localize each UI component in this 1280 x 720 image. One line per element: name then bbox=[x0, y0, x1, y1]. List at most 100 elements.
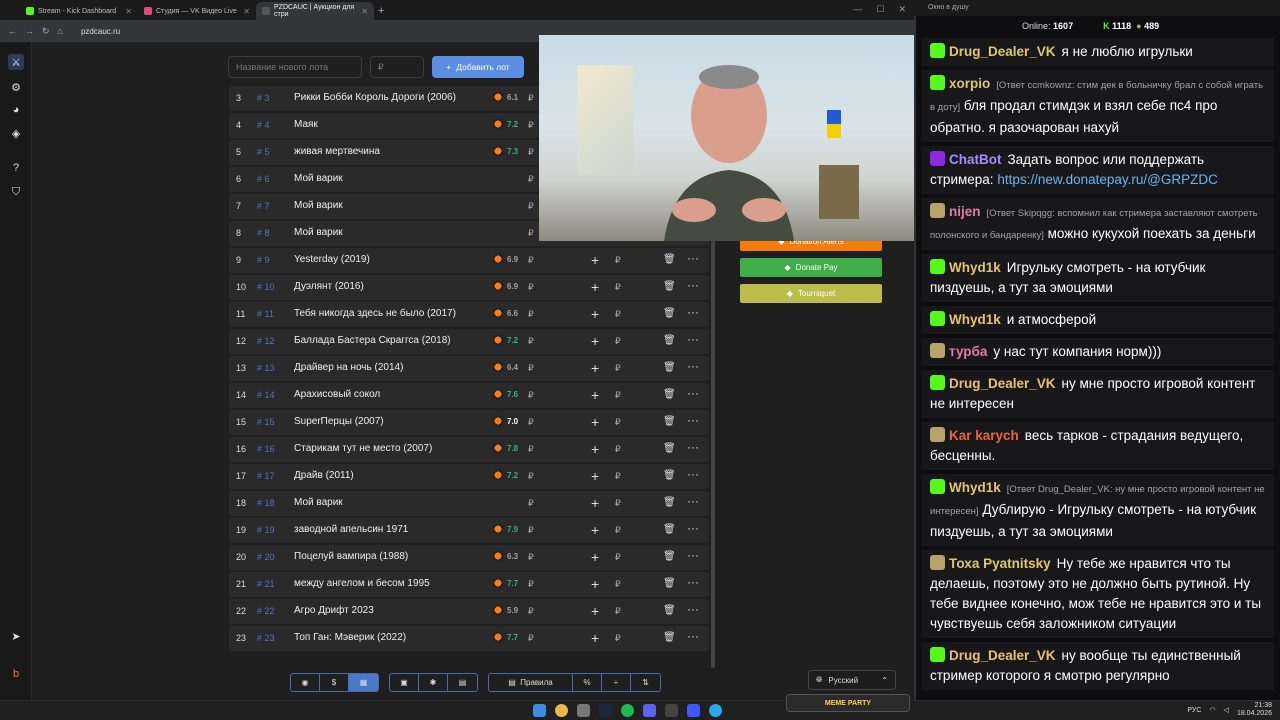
lot-amount[interactable]: ₽ bbox=[528, 120, 534, 131]
donation-button-tourniquet[interactable]: ◆ Tourniquet bbox=[740, 284, 882, 303]
settings-icon[interactable]: ⚙ bbox=[8, 79, 24, 95]
add-amount-input[interactable]: ₽ bbox=[615, 417, 621, 428]
lot-name[interactable]: Мой варик bbox=[294, 200, 343, 211]
more-icon[interactable]: ··· bbox=[687, 305, 699, 319]
chat-username[interactable]: Drug_Dealer_VK bbox=[949, 44, 1056, 59]
plus-icon[interactable]: + bbox=[591, 603, 599, 619]
more-icon[interactable]: ··· bbox=[687, 440, 699, 454]
more-icon[interactable]: ··· bbox=[687, 278, 699, 292]
lot-amount[interactable]: ₽ bbox=[528, 498, 534, 509]
chat-username[interactable]: Whyd1k bbox=[949, 312, 1001, 327]
lot-name[interactable]: SuperПерцы (2007) bbox=[294, 416, 384, 427]
chat-username[interactable]: Whyd1k bbox=[949, 260, 1001, 275]
table-row[interactable]: 10 # 10 Дуэлянт (2016) 6.9 ₽ + ₽ 🗑︎ ··· bbox=[229, 275, 709, 300]
close-icon[interactable]: ✕ bbox=[243, 7, 250, 16]
more-icon[interactable]: ··· bbox=[687, 629, 699, 643]
layers-icon[interactable]: ◈ bbox=[8, 125, 24, 141]
close-icon[interactable]: ✕ bbox=[125, 7, 132, 16]
auction-nav-icon[interactable]: ⚔ bbox=[8, 54, 24, 70]
table-row[interactable]: 17 # 17 Драйв (2011) 7.2 ₽ + ₽ 🗑︎ ··· bbox=[229, 464, 709, 489]
add-amount-input[interactable]: ₽ bbox=[615, 633, 621, 644]
lot-name-input[interactable]: Название нового лота bbox=[228, 56, 362, 78]
lot-name[interactable]: Мой варик bbox=[294, 227, 343, 238]
lot-amount[interactable]: ₽ bbox=[528, 525, 534, 536]
trash-icon[interactable]: 🗑︎ bbox=[663, 416, 676, 427]
trash-icon[interactable]: 🗑︎ bbox=[663, 281, 676, 292]
lot-amount[interactable]: ₽ bbox=[528, 309, 534, 320]
trash-icon[interactable]: 🗑︎ bbox=[663, 551, 676, 562]
shield-icon[interactable]: ⛉ bbox=[8, 184, 24, 200]
lot-name[interactable]: Маяк bbox=[294, 119, 318, 130]
lot-name[interactable]: Yesterday (2019) bbox=[294, 254, 370, 265]
explorer-icon[interactable] bbox=[577, 704, 590, 717]
add-amount-input[interactable]: ₽ bbox=[615, 282, 621, 293]
table-row[interactable]: 21 # 21 между ангелом и бесом 1995 7.7 ₽ + ₽ 🗑︎… bbox=[229, 572, 709, 597]
lot-name[interactable]: заводной апельсин 1971 bbox=[294, 524, 408, 535]
plus-icon[interactable]: + bbox=[591, 414, 599, 430]
lot-amount[interactable]: ₽ bbox=[528, 579, 534, 590]
lot-name[interactable]: Драйв (2011) bbox=[294, 470, 354, 481]
forward-icon[interactable]: → bbox=[25, 26, 34, 36]
lot-amount-input[interactable]: ₽ bbox=[370, 56, 424, 78]
table-row[interactable]: 20 # 20 Поцелуй вампира (1988) 6.3 ₽ + ₽ 🗑︎ ··· bbox=[229, 545, 709, 570]
chat-username[interactable]: Тоха Pyatnitsky bbox=[949, 556, 1051, 571]
tab-vk-studio[interactable]: Студия — VK Видео Live ✕ bbox=[138, 2, 256, 20]
lot-name[interactable]: между ангелом и бесом 1995 bbox=[294, 578, 430, 589]
percent-button[interactable]: % bbox=[573, 674, 602, 691]
lot-name[interactable]: живая мертвечина bbox=[294, 146, 380, 157]
add-amount-input[interactable]: ₽ bbox=[615, 525, 621, 536]
trash-icon[interactable]: 🗑︎ bbox=[663, 632, 676, 643]
trash-icon[interactable]: 🗑︎ bbox=[663, 497, 676, 508]
plus-icon[interactable]: + bbox=[591, 360, 599, 376]
add-amount-input[interactable]: ₽ bbox=[615, 552, 621, 563]
table-row[interactable]: 15 # 15 SuperПерцы (2007) 7.0 ₽ + ₽ 🗑︎ ··· bbox=[229, 410, 709, 435]
more-icon[interactable]: ··· bbox=[687, 521, 699, 535]
plus-icon[interactable]: + bbox=[591, 495, 599, 511]
chat-username[interactable]: Drug_Dealer_VK bbox=[949, 376, 1056, 391]
table-row[interactable]: 14 # 14 Арахисовый сокол 7.6 ₽ + ₽ 🗑︎ ··· bbox=[229, 383, 709, 408]
add-lot-button[interactable]: + Добавить лот bbox=[432, 56, 524, 78]
add-amount-input[interactable]: ₽ bbox=[615, 336, 621, 347]
maximize-icon[interactable]: ☐ bbox=[876, 4, 884, 15]
lot-amount[interactable]: ₽ bbox=[528, 282, 534, 293]
chat-username[interactable]: Drug_Dealer_VK bbox=[949, 648, 1056, 663]
lot-amount[interactable]: ₽ bbox=[528, 228, 534, 239]
lot-amount[interactable]: ₽ bbox=[528, 471, 534, 482]
spotify-icon[interactable] bbox=[621, 704, 634, 717]
chrome-icon[interactable] bbox=[555, 704, 568, 717]
table-row[interactable]: 12 # 12 Баллада Бастера Скраггса (2018) 7.2… bbox=[229, 329, 709, 354]
lot-amount[interactable]: ₽ bbox=[528, 147, 534, 158]
lot-amount[interactable]: ₽ bbox=[528, 606, 534, 617]
more-icon[interactable]: ··· bbox=[687, 494, 699, 508]
discord-icon[interactable] bbox=[643, 704, 656, 717]
lot-name[interactable]: Топ Ган: Мэверик (2022) bbox=[294, 632, 406, 643]
app-icon[interactable] bbox=[687, 704, 700, 717]
trash-icon[interactable]: 🗑︎ bbox=[663, 308, 676, 319]
telegram-icon[interactable]: ➤ bbox=[8, 628, 24, 644]
trash-icon[interactable]: 🗑︎ bbox=[663, 578, 676, 589]
wifi-icon[interactable]: ◠ bbox=[1209, 706, 1215, 714]
more-icon[interactable]: ··· bbox=[687, 386, 699, 400]
help-icon[interactable]: ? bbox=[8, 160, 24, 176]
plus-icon[interactable]: + bbox=[591, 549, 599, 565]
volume-icon[interactable]: ◁ bbox=[1224, 706, 1229, 714]
trash-icon[interactable]: 🗑︎ bbox=[663, 524, 676, 535]
lot-amount[interactable]: ₽ bbox=[528, 201, 534, 212]
back-icon[interactable]: ← bbox=[8, 26, 17, 36]
more-icon[interactable]: ··· bbox=[687, 602, 699, 616]
close-icon[interactable]: ✕ bbox=[898, 4, 906, 15]
lot-name[interactable]: Мой варик bbox=[294, 173, 343, 184]
minimize-icon[interactable]: — bbox=[853, 4, 862, 15]
bug-button[interactable]: ✱ bbox=[419, 674, 448, 691]
plus-icon[interactable]: + bbox=[591, 441, 599, 457]
rules-button[interactable]: ▤ Правила bbox=[489, 674, 573, 691]
plus-icon[interactable]: + bbox=[591, 468, 599, 484]
lot-amount[interactable]: ₽ bbox=[528, 390, 534, 401]
save-button[interactable]: ▣ bbox=[390, 674, 419, 691]
dollar-button[interactable]: $ bbox=[320, 674, 349, 691]
add-amount-input[interactable]: ₽ bbox=[615, 363, 621, 374]
steam-icon[interactable] bbox=[599, 704, 612, 717]
chat-username[interactable]: xorpio bbox=[949, 76, 990, 91]
tab-pzdcauc[interactable]: PZDCAUC | Аукцион для стри ✕ bbox=[256, 2, 374, 20]
plus-icon[interactable]: + bbox=[591, 252, 599, 268]
